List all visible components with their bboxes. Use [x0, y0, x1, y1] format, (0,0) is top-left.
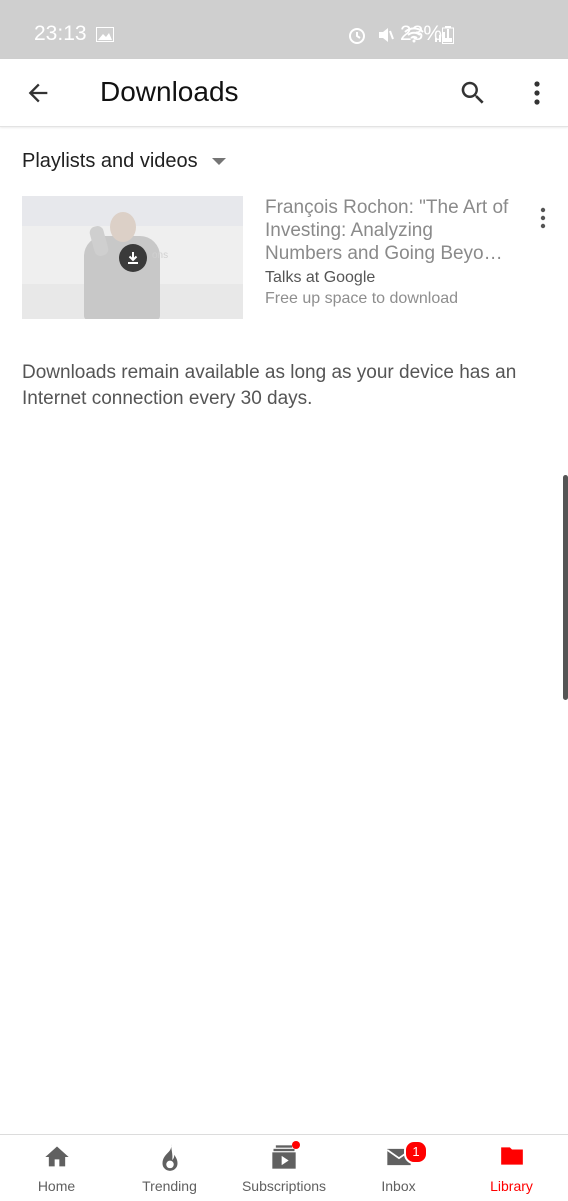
video-download-status: Free up space to download [265, 290, 459, 307]
more-options-icon[interactable] [526, 78, 548, 113]
nav-trending-label: Trending [142, 1178, 197, 1194]
video-thumbnail[interactable]: ons [22, 196, 243, 319]
subscriptions-icon [226, 1143, 342, 1173]
nav-inbox-label: Inbox [381, 1178, 416, 1194]
download-icon[interactable] [119, 244, 147, 272]
nav-trending[interactable]: Trending [113, 1135, 226, 1201]
caret-down-icon [211, 158, 226, 165]
folder-icon [455, 1143, 568, 1173]
search-icon[interactable] [458, 78, 488, 113]
downloaded-video-item[interactable]: ons François Rochon: "The Art of Investi… [22, 196, 552, 320]
flame-icon [113, 1143, 226, 1173]
video-more-icon[interactable] [532, 206, 554, 235]
scrollbar[interactable] [563, 475, 568, 700]
battery-icon [442, 26, 454, 49]
video-title: François Rochon: "The Art of Investing: … [265, 197, 509, 264]
video-channel: Talks at Google [265, 269, 376, 286]
bottom-navigation: Home Trending Subscriptions 1 Inbox Libr… [0, 1134, 568, 1201]
status-time: 23:13 [34, 22, 87, 45]
battery-percent: 23% [400, 22, 443, 45]
nav-inbox[interactable]: 1 Inbox [342, 1135, 455, 1201]
mail-icon [342, 1143, 455, 1173]
nav-home[interactable]: Home [0, 1135, 113, 1201]
subscriptions-new-dot [292, 1141, 300, 1149]
status-bar: 23:13 23% [0, 0, 568, 59]
nav-library-label: Library [490, 1178, 533, 1194]
dropdown-label: Playlists and videos [22, 150, 198, 172]
mute-icon [379, 28, 394, 42]
alarm-icon [349, 28, 365, 44]
back-arrow-icon[interactable] [24, 79, 52, 112]
page-title: Downloads [100, 76, 239, 107]
gallery-notification-icon [96, 27, 114, 47]
inbox-badge: 1 [404, 1140, 428, 1164]
playlists-videos-dropdown[interactable]: Playlists and videos [22, 150, 226, 173]
nav-library[interactable]: Library [455, 1135, 568, 1201]
nav-subscriptions-label: Subscriptions [241, 1178, 327, 1194]
app-bar: Downloads [0, 59, 568, 127]
downloads-info-note: Downloads remain available as long as yo… [22, 362, 517, 409]
nav-subscriptions[interactable]: Subscriptions [226, 1135, 342, 1201]
nav-home-label: Home [37, 1178, 76, 1194]
video-info: François Rochon: "The Art of Investing: … [265, 196, 515, 308]
home-icon [0, 1143, 113, 1173]
